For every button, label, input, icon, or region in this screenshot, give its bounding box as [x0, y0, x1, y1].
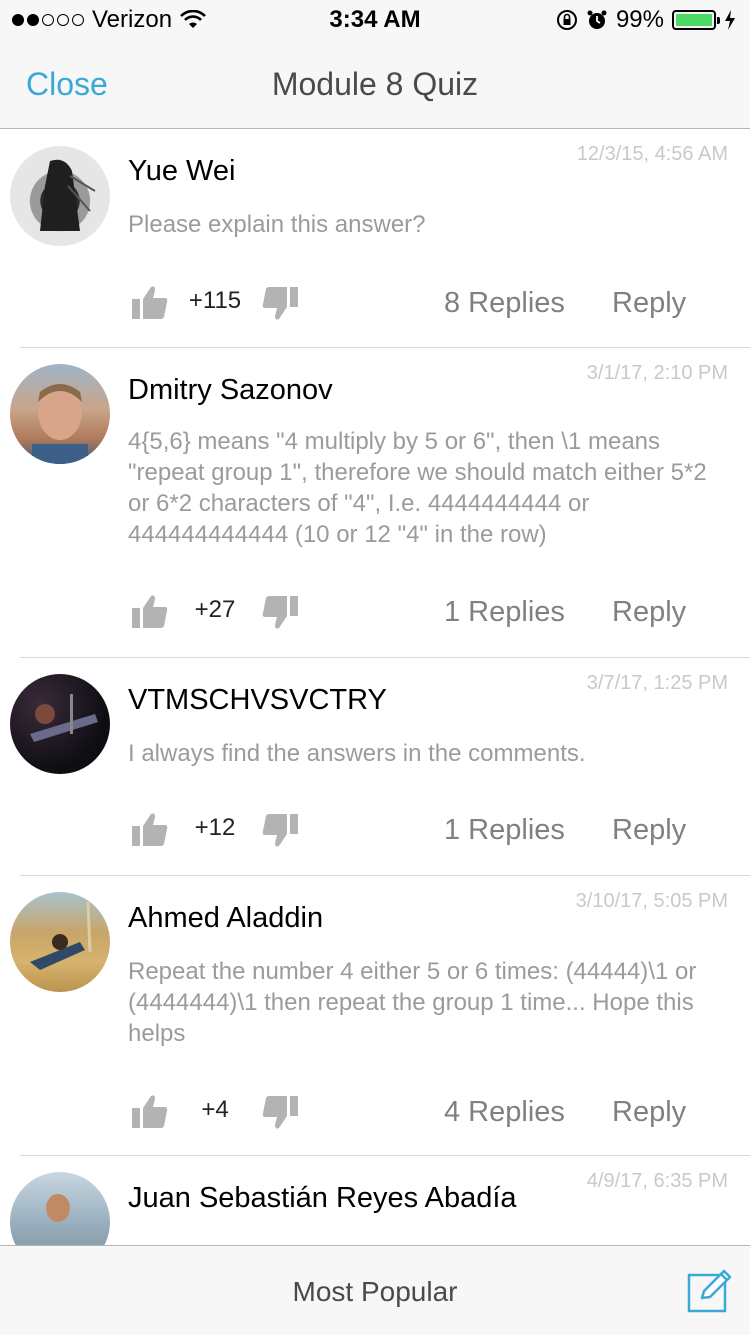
comment-text: Please explain this answer? — [128, 211, 426, 238]
status-indicators: 99% — [556, 6, 736, 34]
reply-button[interactable]: Reply — [612, 596, 686, 629]
charging-icon — [725, 10, 735, 30]
comment-text: Repeat the number 4 either 5 or 6 times:… — [128, 958, 697, 1047]
bottom-toolbar: Most Popular — [0, 1245, 750, 1335]
comment-date: 3/10/17, 5:05 PM — [575, 890, 728, 912]
avatar[interactable] — [10, 674, 110, 774]
comment-author[interactable]: Dmitry Sazonov — [128, 374, 333, 407]
comment-item: Dmitry Sazonov 3/1/17, 2:10 PM 4{5,6} me… — [0, 348, 750, 658]
comment-date: 12/3/15, 4:56 AM — [576, 143, 728, 165]
thumbs-down-icon[interactable] — [260, 283, 300, 323]
sort-selector[interactable]: Most Popular — [0, 1276, 750, 1308]
comment-text: 4{5,6} means "4 multiply by 5 or 6", the… — [128, 428, 707, 548]
reply-button[interactable]: Reply — [612, 1096, 686, 1129]
alarm-icon — [587, 10, 607, 29]
navigation-bar: Close Module 8 Quiz — [0, 40, 750, 129]
status-bar: Verizon 3:34 AM 99% — [0, 0, 750, 40]
comment-actions: +12 1 Replies Reply — [0, 810, 750, 854]
replies-link[interactable]: 4 Replies — [444, 1096, 565, 1129]
thumbs-up-icon[interactable] — [130, 1092, 170, 1132]
thumbs-down-icon[interactable] — [260, 592, 300, 632]
comment-actions: +115 8 Replies Reply — [0, 283, 750, 327]
compose-icon[interactable] — [686, 1266, 734, 1314]
comment-author[interactable]: VTMSCHVSVCTRY — [128, 684, 387, 717]
thumbs-down-icon[interactable] — [260, 810, 300, 850]
reply-button[interactable]: Reply — [612, 287, 686, 320]
comment-actions: +27 1 Replies Reply — [0, 592, 750, 636]
rotation-lock-icon — [556, 10, 577, 30]
comment-item: VTMSCHVSVCTRY 3/7/17, 1:25 PM I always f… — [0, 658, 750, 876]
replies-link[interactable]: 8 Replies — [444, 287, 565, 320]
comment-actions: +4 4 Replies Reply — [0, 1092, 750, 1136]
reply-button[interactable]: Reply — [612, 814, 686, 847]
comment-author[interactable]: Yue Wei — [128, 155, 235, 188]
avatar[interactable] — [10, 892, 110, 992]
comment-item: Yue Wei 12/3/15, 4:56 AM Please explain … — [0, 129, 750, 348]
thumbs-up-icon[interactable] — [130, 283, 170, 323]
thumbs-up-icon[interactable] — [130, 592, 170, 632]
comment-author[interactable]: Juan Sebastián Reyes Abadía — [128, 1182, 517, 1215]
comment-text: I always find the answers in the comment… — [128, 740, 586, 767]
battery-percent: 99% — [615, 6, 664, 33]
comment-item: Juan Sebastián Reyes Abadía 4/9/17, 6:35… — [0, 1156, 750, 1245]
page-title: Module 8 Quiz — [271, 66, 479, 102]
vote-score: +27 — [194, 596, 236, 623]
comment-date: 3/1/17, 2:10 PM — [586, 362, 728, 384]
vote-score: +115 — [188, 287, 242, 314]
comment-item: Ahmed Aladdin 3/10/17, 5:05 PM Repeat th… — [0, 876, 750, 1156]
avatar[interactable] — [10, 146, 110, 246]
replies-link[interactable]: 1 Replies — [444, 814, 565, 847]
comment-date: 4/9/17, 6:35 PM — [586, 1170, 728, 1192]
replies-link[interactable]: 1 Replies — [444, 596, 565, 629]
vote-score: +4 — [201, 1096, 229, 1123]
battery-icon — [672, 10, 720, 30]
thumbs-down-icon[interactable] — [260, 1092, 300, 1132]
comment-date: 3/7/17, 1:25 PM — [586, 672, 728, 694]
avatar[interactable] — [10, 1172, 110, 1245]
thumbs-up-icon[interactable] — [130, 810, 170, 850]
avatar[interactable] — [10, 364, 110, 464]
vote-score: +12 — [194, 814, 236, 841]
comment-author[interactable]: Ahmed Aladdin — [128, 902, 323, 935]
